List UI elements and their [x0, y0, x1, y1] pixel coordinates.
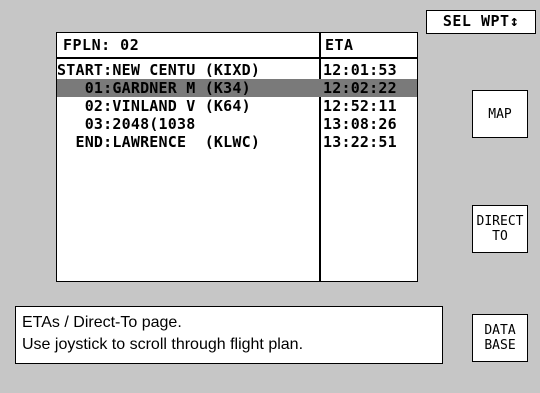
waypoint-name: 02:VINLAND V (K64) [57, 97, 251, 115]
select-waypoint-button[interactable]: SEL WPT↕ [426, 10, 536, 34]
map-button[interactable]: MAP [472, 90, 528, 138]
waypoint-name: 03:2048(1038 [57, 115, 196, 133]
help-message-line2: Use joystick to scroll through flight pl… [22, 336, 304, 353]
waypoint-name: 01:GARDNER M (K34) [57, 79, 251, 97]
flight-plan-title: FPLN: 02 [63, 36, 140, 54]
database-label-line2: BASE [484, 338, 516, 353]
header-divider [57, 57, 417, 59]
waypoint-name: END:LAWRENCE (KLWC) [57, 133, 261, 151]
waypoint-eta: 13:08:26 [323, 115, 397, 133]
waypoint-eta: 13:22:51 [323, 133, 397, 151]
waypoint-row-start[interactable]: START:NEW CENTU (KIXD) 12:01:53 [57, 61, 417, 79]
flight-plan-rows: START:NEW CENTU (KIXD) 12:01:53 01:GARDN… [57, 61, 417, 151]
waypoint-row-end[interactable]: END:LAWRENCE (KLWC) 13:22:51 [57, 133, 417, 151]
database-button[interactable]: DATA BASE [472, 314, 528, 362]
waypoint-eta: 12:02:22 [323, 79, 397, 97]
waypoint-eta: 12:52:11 [323, 97, 397, 115]
database-label-line1: DATA [484, 323, 516, 338]
direct-to-label-line1: DIRECT [476, 214, 524, 229]
direct-to-button[interactable]: DIRECT TO [472, 205, 528, 253]
waypoint-row-02[interactable]: 02:VINLAND V (K64) 12:52:11 [57, 97, 417, 115]
waypoint-eta: 12:01:53 [323, 61, 397, 79]
waypoint-row-03[interactable]: 03:2048(1038 13:08:26 [57, 115, 417, 133]
waypoint-name: START:NEW CENTU (KIXD) [57, 61, 261, 79]
map-button-label: MAP [488, 106, 512, 122]
help-message-box: ETAs / Direct-To page. Use joystick to s… [15, 306, 443, 364]
gps-screen: FPLN: 02 ETA START:NEW CENTU (KIXD) 12:0… [0, 0, 540, 393]
waypoint-row-01-selected[interactable]: 01:GARDNER M (K34) 12:02:22 [57, 79, 417, 97]
eta-column-header: ETA [325, 36, 354, 54]
flight-plan-table: FPLN: 02 ETA START:NEW CENTU (KIXD) 12:0… [56, 32, 418, 282]
direct-to-label-line2: TO [492, 229, 508, 244]
help-message-line1: ETAs / Direct-To page. [22, 314, 182, 331]
